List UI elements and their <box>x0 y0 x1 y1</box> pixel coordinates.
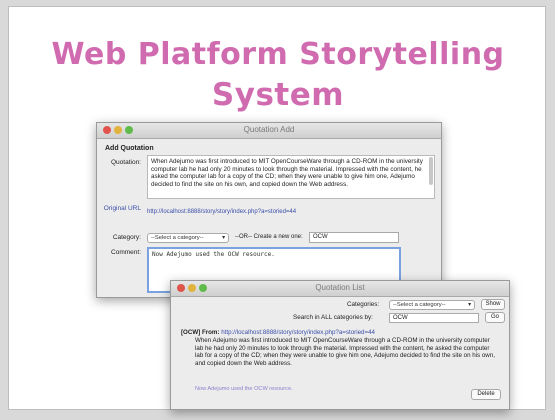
entry-comment: Now Adejumo used the OCW resource. <box>195 386 293 392</box>
category-select[interactable]: --Select a category-- ▾ <box>147 233 229 243</box>
categories-label: Categories: <box>347 301 380 308</box>
go-button[interactable]: Go <box>485 312 505 323</box>
entry-quote-text: When Adejumo was first introduced to MIT… <box>195 337 495 367</box>
search-input[interactable]: OCW <box>389 313 479 323</box>
quotation-list-window: Quotation List Categories: --Select a ca… <box>170 280 510 410</box>
slide-title-line1: Web Platform Storytelling <box>51 37 505 72</box>
form-heading: Add Quotation <box>105 145 154 152</box>
category-select-value: --Select a category-- <box>151 235 204 241</box>
quotation-scrollbar[interactable] <box>429 157 433 185</box>
slide-title-line2: System <box>211 77 345 113</box>
window-title: Quotation List <box>315 283 365 292</box>
quotation-textarea[interactable]: When Adejumo was first introduced to MIT… <box>147 155 435 199</box>
category-label: Category: <box>112 234 141 241</box>
original-url-link[interactable]: http://localhost:8888/story/story/index.… <box>147 209 435 215</box>
chevron-down-icon: ▾ <box>222 235 225 241</box>
categories-select[interactable]: --Select a category-- ▾ <box>389 300 475 310</box>
chevron-down-icon: ▾ <box>468 302 471 308</box>
quotation-add-titlebar[interactable]: Quotation Add <box>97 123 441 139</box>
window-title: Quotation Add <box>243 125 295 134</box>
quotation-list-titlebar[interactable]: Quotation List <box>171 281 509 297</box>
quotation-entry-header: [OCW] From: http://localhost:8888/story/… <box>181 329 501 337</box>
show-button[interactable]: Show <box>481 299 505 310</box>
or-create-label: --OR-- Create a new one: <box>235 234 303 240</box>
delete-button[interactable]: Delete <box>471 389 501 400</box>
search-label: Search in ALL categories by: <box>293 314 373 321</box>
new-category-input[interactable]: OCW <box>309 232 399 243</box>
comment-label: Comment: <box>111 249 141 256</box>
categories-select-value: --Select a category-- <box>393 302 446 308</box>
entry-prefix: [OCW] From: <box>181 329 220 336</box>
quotation-label: Quotation: <box>111 159 141 166</box>
quotation-add-window: Quotation Add Add Quotation Quotation: W… <box>96 122 442 298</box>
original-url-label: Original URL <box>103 205 141 212</box>
entry-url-link[interactable]: http://localhost:8888/story/story/index.… <box>221 329 375 336</box>
